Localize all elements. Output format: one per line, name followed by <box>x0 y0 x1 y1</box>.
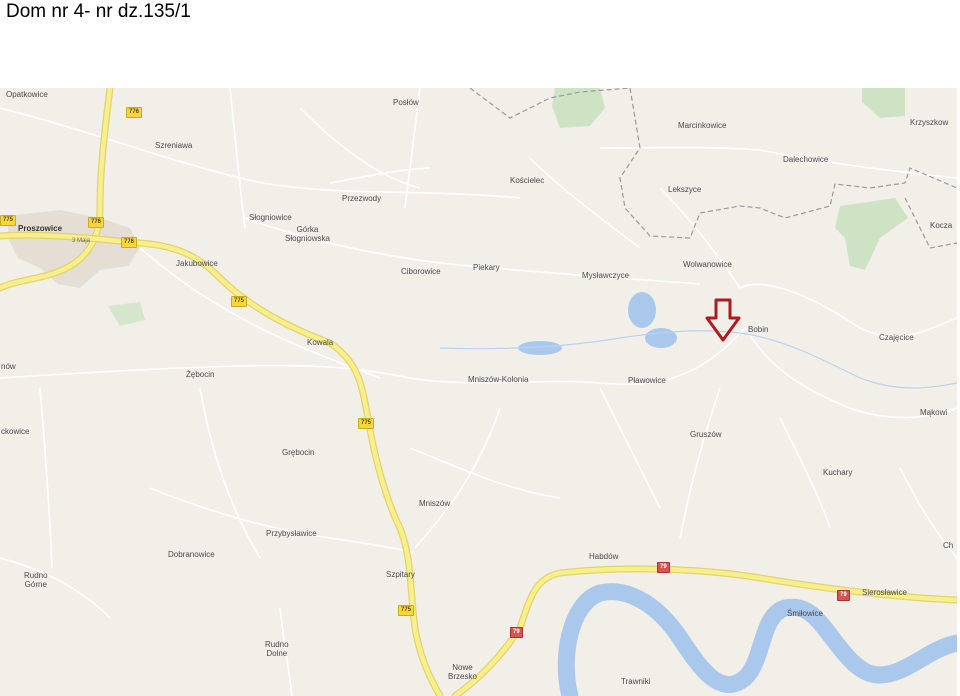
place-label: Trawniki <box>621 677 651 686</box>
place-label: Gruszów <box>690 430 722 439</box>
forest-area <box>835 198 908 270</box>
place-label: Proszowice <box>18 224 63 233</box>
place-label: nów <box>1 362 16 371</box>
place-label: Śmiłowice <box>787 609 824 618</box>
place-label: Szpitary <box>386 570 415 579</box>
road-shield: 79 <box>837 590 850 601</box>
place-label: Sierosławice <box>862 588 907 597</box>
place-label: Opatkowice <box>6 90 48 99</box>
place-label: Rudno Górne <box>24 571 48 589</box>
place-label: ckowice <box>1 427 30 436</box>
place-label: Przezwody <box>342 194 382 203</box>
place-label: Mysławczyce <box>582 271 630 280</box>
place-label: Mniszów-Kolonia <box>468 375 529 384</box>
place-label: Czajęcice <box>879 333 914 342</box>
place-label: Pławowice <box>628 376 666 385</box>
place-label: Ch <box>943 541 954 550</box>
place-label: Kowala <box>307 338 334 347</box>
place-label: Przybysławice <box>266 529 317 538</box>
place-label: Marcinkowice <box>678 121 727 130</box>
place-label: Kościelec <box>510 176 545 185</box>
street-label: 3 Maja <box>72 238 91 244</box>
minor-roads <box>0 88 957 696</box>
place-label: Jakubowice <box>176 259 218 268</box>
road-shield: 775 <box>231 296 248 307</box>
place-label: Kocza <box>930 221 953 230</box>
place-label: Żębocin <box>186 370 215 379</box>
road-shield: 776 <box>88 217 105 228</box>
road-shield: 775 <box>0 215 17 226</box>
road-shield: 79 <box>657 562 670 573</box>
road-shield: 776 <box>121 237 138 248</box>
road-shield: 79 <box>510 627 523 638</box>
place-label: Bobin <box>748 325 769 334</box>
forest-area <box>108 302 145 326</box>
place-label: Mniszów <box>419 499 451 508</box>
page-title: Dom nr 4- nr dz.135/1 <box>6 1 191 22</box>
place-label: Rudno Dolne <box>265 640 289 658</box>
road-shield: 776 <box>126 107 143 118</box>
place-label: Ciborowice <box>401 267 441 276</box>
water <box>518 292 677 355</box>
place-label: Nowe Brzesko <box>448 663 477 681</box>
place-label: Posłów <box>393 98 419 107</box>
arrow-down-icon <box>707 300 739 342</box>
map[interactable]: Opatkowice Posłów Marcinkowice Krzyszkow… <box>0 88 957 696</box>
place-label: Wolwanowice <box>683 260 732 269</box>
place-label: Dobranowice <box>168 550 215 559</box>
forest-area <box>552 88 605 128</box>
place-label: Habdów <box>589 552 619 561</box>
place-label: Piekary <box>473 263 500 272</box>
place-label: Krzyszkow <box>910 118 949 127</box>
road-shield: 775 <box>358 418 375 429</box>
place-label: Dalechowice <box>783 155 829 164</box>
place-label: Mąkowi <box>920 408 948 417</box>
road-shield: 775 <box>398 605 415 616</box>
map-canvas <box>0 88 957 696</box>
place-label: Górka Słogniowska <box>285 225 330 243</box>
forest-area <box>862 88 905 118</box>
place-label: Szreniawa <box>155 141 193 150</box>
place-label: Lekszyce <box>668 185 702 194</box>
place-label: Kuchary <box>823 468 853 477</box>
place-label: Grębocin <box>282 448 315 457</box>
place-label: Słogniowice <box>249 213 292 222</box>
